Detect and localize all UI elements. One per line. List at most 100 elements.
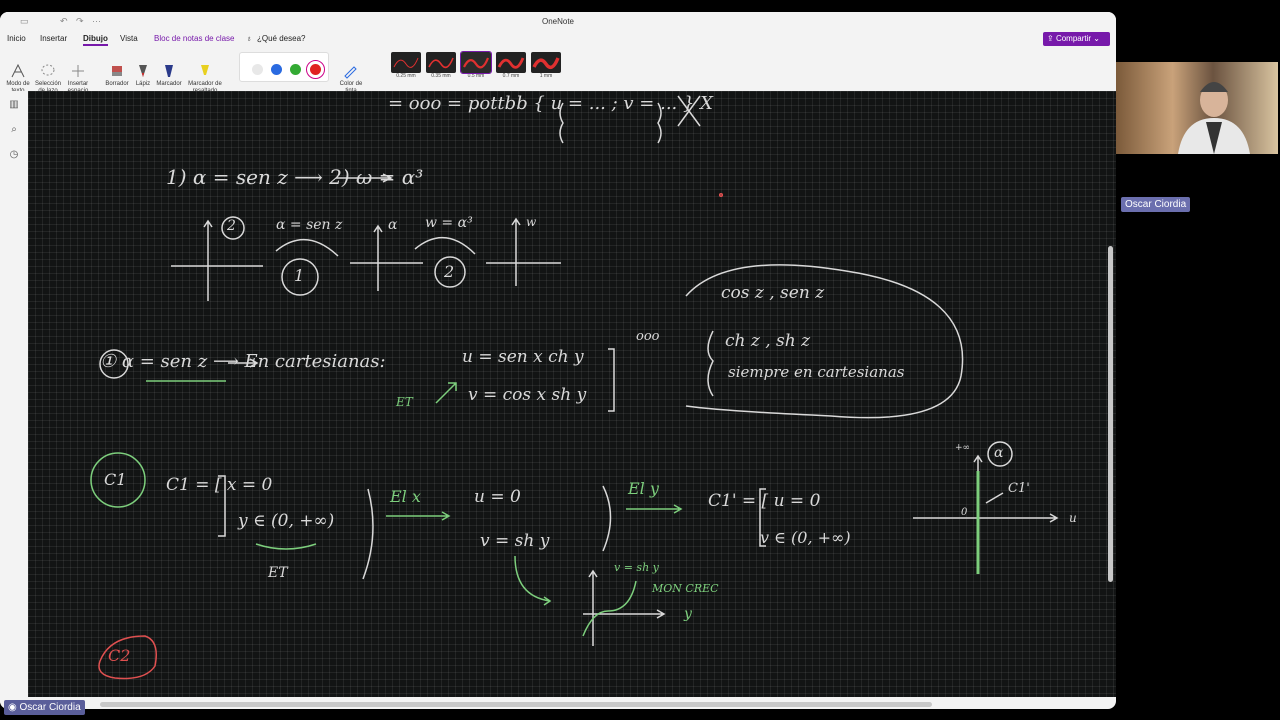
cloud-brace (707, 330, 714, 397)
tab-dibujo[interactable]: Dibujo (83, 34, 108, 46)
axis-alpha-v (373, 224, 383, 291)
pencil-icon (139, 65, 147, 77)
vertical-scrollbar[interactable] (1108, 246, 1113, 582)
highlighter-icon (201, 65, 209, 75)
note-c1-def1: C1 = [ x = 0 (166, 475, 273, 495)
thickness-1-swatch (531, 52, 561, 73)
thickness-05-label: 0.5 mm (467, 73, 485, 79)
thickness-1[interactable]: 1 mm (531, 52, 561, 82)
self-name-label: Oscar Ciordia (19, 702, 81, 713)
tab-vista[interactable]: Vista (120, 34, 138, 43)
note-c1-def2: y ∈ (0, +∞) (238, 511, 335, 531)
note-u0: u = 0 (474, 487, 521, 507)
note-mon: MON CREC (652, 582, 719, 595)
plane-u-axis (913, 513, 1059, 523)
note-c1p-def2: v ∈ (0, +∞) (760, 528, 851, 547)
thickness-stroke-icon (463, 57, 490, 69)
note-plane-c1: C1' (1008, 481, 1030, 496)
note-plane-v: +∞ (955, 443, 971, 453)
note-c2-label: C2 (108, 646, 131, 665)
color-swatch-white[interactable] (252, 64, 263, 75)
green-ink-strokes (90, 380, 980, 637)
color-swatch-green[interactable] (290, 64, 301, 75)
eraser-label: Borrador (105, 81, 129, 87)
note-axis-alpha: α (388, 217, 398, 233)
search-icon[interactable]: ⌕ (8, 124, 20, 136)
ink-color-icon (344, 66, 357, 79)
thickness-025[interactable]: 0.25 mm (391, 52, 421, 82)
note-et1: ET (396, 395, 413, 409)
lasso-icon (41, 64, 55, 76)
recent-icon[interactable]: ◷ (8, 149, 20, 161)
brace-u (602, 485, 612, 552)
note-map1: α = sen z (276, 217, 343, 233)
lightbulb-icon: ♁ (246, 34, 252, 43)
axis-w-v (511, 217, 521, 286)
person-silhouette-icon (1178, 82, 1250, 154)
thickness-05[interactable]: 0.5 mm (460, 51, 492, 82)
pencil-label: Lápiz (135, 81, 151, 87)
menu-bar: Inicio Insertar Dibujo Vista Bloc de not… (0, 32, 1116, 48)
note-c1p-def1: C1' = [ u = 0 (708, 491, 821, 511)
note-el-y: El y (628, 479, 659, 498)
tell-me-search[interactable]: ¿Qué desea? (257, 34, 305, 43)
note-c1-label: C1 (104, 470, 127, 489)
color-swatch-red[interactable] (306, 60, 325, 79)
marker-label: Marcador (156, 81, 182, 87)
thickness-1-label: 1 mm (539, 73, 553, 79)
tab-insertar[interactable]: Insertar (40, 34, 67, 43)
thickness-07-label: 0.7 mm (502, 73, 520, 79)
participant-video (1116, 62, 1278, 154)
color-swatches (239, 52, 329, 82)
text-mode-icon (11, 63, 25, 78)
note-plane-u: u (1069, 511, 1077, 525)
thickness-stroke-icon (393, 57, 419, 68)
thickness-07[interactable]: 0.7 mm (496, 52, 526, 82)
participant-name-tag: Oscar Ciordia (1121, 197, 1191, 212)
note-circle1: 1 (294, 266, 305, 285)
window-title: OneNote (541, 17, 575, 26)
notebooks-icon[interactable]: ▥ (8, 99, 20, 111)
thickness-stroke-icon (532, 57, 560, 70)
arrow-el-x (386, 511, 451, 521)
tab-bloc-notas-clase[interactable]: Bloc de notas de clase (154, 34, 235, 43)
bracket-uv (608, 348, 615, 412)
note-graph-v: v = sh y (614, 561, 659, 574)
thickness-07-swatch (496, 52, 526, 73)
underline-y-range (255, 543, 317, 550)
horizontal-scrollbar[interactable] (100, 702, 932, 707)
note-dots: ooo (636, 329, 660, 344)
pencil-button[interactable]: Lápiz (133, 63, 153, 88)
axis-z-v (203, 219, 213, 301)
share-label: Compartir (1055, 34, 1092, 43)
tab-inicio[interactable]: Inicio (7, 34, 26, 43)
note-plane-o: 0 (961, 507, 968, 518)
note-axis-w: w (526, 215, 537, 229)
plane-arrow (985, 492, 1004, 504)
thickness-025-label: 0.25 mm (396, 73, 416, 79)
eraser-button[interactable]: Borrador (102, 63, 132, 88)
map-arc-1 (275, 238, 339, 257)
map-arc-2 (414, 236, 476, 255)
brace-c1 (362, 488, 374, 580)
note-et2: ET (268, 565, 288, 581)
red-dot (718, 192, 724, 198)
note-v-eq: v = cos x sh y (468, 385, 587, 405)
self-avatar-icon: ◉ (8, 702, 20, 713)
thickness-035[interactable]: 0.35 mm (426, 52, 456, 82)
note-cartesian: ① α = sen z ⟶ En cartesianas: (100, 351, 386, 372)
thickness-035-label: 0.35 mm (431, 73, 451, 79)
color-swatch-blue[interactable] (271, 64, 282, 75)
eraser-icon (112, 66, 122, 76)
thickness-stroke-icon (497, 57, 525, 69)
share-button[interactable]: ⇪ Compartir ⌄ (1043, 32, 1110, 46)
marker-icon (165, 65, 173, 77)
thickness-05-swatch (460, 51, 492, 74)
title-bar: ▭ ↶ ↷ ··· OneNote (0, 12, 1116, 32)
left-nav: ▥ ⌕ ◷ (0, 91, 28, 709)
note-canvas[interactable]: = ooo = pottbb { u = ... ; v = ... } X 1… (28, 91, 1116, 697)
note-cloud1: cos z , sen z (721, 283, 825, 303)
note-graph-y: y (684, 606, 692, 622)
marker-button[interactable]: Marcador (154, 63, 184, 88)
graph-v-axis (588, 569, 598, 646)
